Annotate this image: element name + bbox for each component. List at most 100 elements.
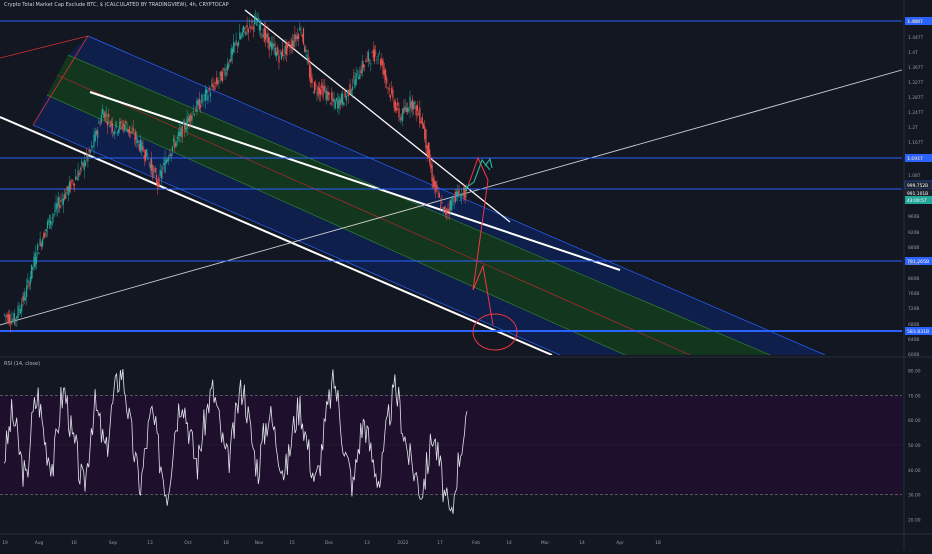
- candle-body: [168, 157, 170, 161]
- candle-body: [393, 100, 395, 108]
- candle-body: [5, 315, 7, 317]
- candle-body: [23, 292, 25, 301]
- candle-body: [225, 73, 227, 74]
- candle-body: [223, 68, 225, 70]
- candle-body: [106, 121, 109, 126]
- candle-body: [213, 85, 215, 90]
- candle-body: [56, 203, 58, 209]
- candle-body: [127, 129, 129, 133]
- candle-body: [312, 92, 314, 94]
- candle-body: [176, 136, 178, 140]
- candle-body: [201, 94, 203, 104]
- price-axis-label: 680B: [908, 322, 919, 328]
- candle-body: [71, 179, 73, 183]
- candle-body: [282, 49, 284, 56]
- candle-body: [64, 194, 66, 200]
- candle-body: [264, 28, 267, 40]
- candle-body: [38, 252, 40, 255]
- candle-body: [150, 158, 153, 171]
- candle-body: [152, 165, 154, 178]
- candle-body: [219, 71, 221, 77]
- candle-body: [27, 279, 29, 284]
- candle-body: [263, 27, 265, 42]
- candle-body: [426, 145, 428, 155]
- candle-body: [431, 165, 433, 182]
- candle-body: [387, 87, 389, 89]
- candle-body: [370, 63, 372, 65]
- candle-body: [128, 126, 131, 134]
- candle-body: [126, 128, 128, 132]
- candle-body: [81, 161, 83, 165]
- candle-body: [29, 276, 31, 285]
- candle-body: [291, 40, 294, 48]
- candle-body: [305, 49, 307, 53]
- candle-body: [360, 69, 362, 74]
- candle-body: [171, 146, 174, 151]
- candle-body: [438, 193, 441, 198]
- candle-body: [130, 131, 132, 133]
- candle-body: [259, 21, 262, 31]
- candle-body: [284, 45, 286, 55]
- candle-body: [54, 211, 56, 212]
- candle-body: [444, 211, 447, 215]
- rsi-axis-label: 30.00: [908, 493, 921, 499]
- candle-body: [6, 314, 8, 318]
- time-axis-label: Dec: [325, 540, 334, 546]
- candle-body: [21, 303, 23, 312]
- candle-body: [4, 314, 6, 315]
- candle-body: [256, 21, 258, 26]
- candle-body: [78, 173, 80, 175]
- price-axis-label: 720B: [908, 306, 919, 312]
- candle-body: [142, 146, 144, 152]
- candle-body: [24, 297, 27, 301]
- candle-body: [258, 24, 260, 31]
- tradingview-chart[interactable]: 1.488T1.091T999.752B791.265B583.831B1.48…: [0, 0, 932, 550]
- candle-body: [389, 95, 392, 99]
- candle-body: [198, 98, 200, 110]
- candle-body: [43, 233, 45, 240]
- level-price-label: 583.831B: [907, 329, 929, 335]
- candle-body: [117, 129, 120, 133]
- candle-body: [137, 140, 139, 143]
- candle-body: [7, 314, 9, 323]
- candle-body: [437, 193, 439, 194]
- candle-body: [285, 43, 287, 55]
- time-axis-label: Apr: [616, 540, 624, 546]
- candle-body: [158, 177, 160, 187]
- candle-body: [350, 89, 352, 95]
- candle-body: [403, 107, 405, 113]
- candle-body: [37, 244, 39, 251]
- symbol-title: Crypto Total Market Cap Exclude BTC, $ (…: [4, 2, 229, 8]
- candle-body: [94, 131, 96, 142]
- candle-body: [211, 85, 213, 87]
- rsi-axis-label: 50.00: [908, 443, 921, 449]
- candle-body: [141, 142, 143, 150]
- candle-body: [429, 149, 431, 164]
- candle-body: [311, 77, 313, 84]
- candle-body: [185, 127, 187, 132]
- candle-body: [327, 91, 329, 101]
- candle-body: [366, 56, 368, 58]
- candle-body: [300, 32, 302, 34]
- candle-body: [411, 99, 414, 110]
- candle-body: [196, 100, 198, 113]
- candle-body: [357, 77, 360, 80]
- candle-body: [353, 76, 355, 78]
- candle-body: [299, 27, 301, 31]
- time-axis-label: 16: [71, 540, 77, 546]
- candle-body: [84, 162, 87, 166]
- candle-body: [398, 108, 400, 118]
- candle-body: [451, 201, 453, 211]
- price-axis-label: 1.121T: [908, 156, 924, 162]
- candle-body: [332, 98, 334, 102]
- candle-body: [148, 162, 150, 163]
- price-axis-label: 600B: [908, 352, 919, 358]
- candle-body: [376, 59, 378, 60]
- candle-body: [382, 60, 384, 75]
- candle-body: [392, 89, 394, 98]
- price-axis-label: 1.287T: [908, 95, 924, 101]
- candle-body: [242, 26, 245, 33]
- candle-body: [12, 318, 14, 320]
- candle-body: [275, 51, 278, 57]
- candle-body: [52, 214, 55, 216]
